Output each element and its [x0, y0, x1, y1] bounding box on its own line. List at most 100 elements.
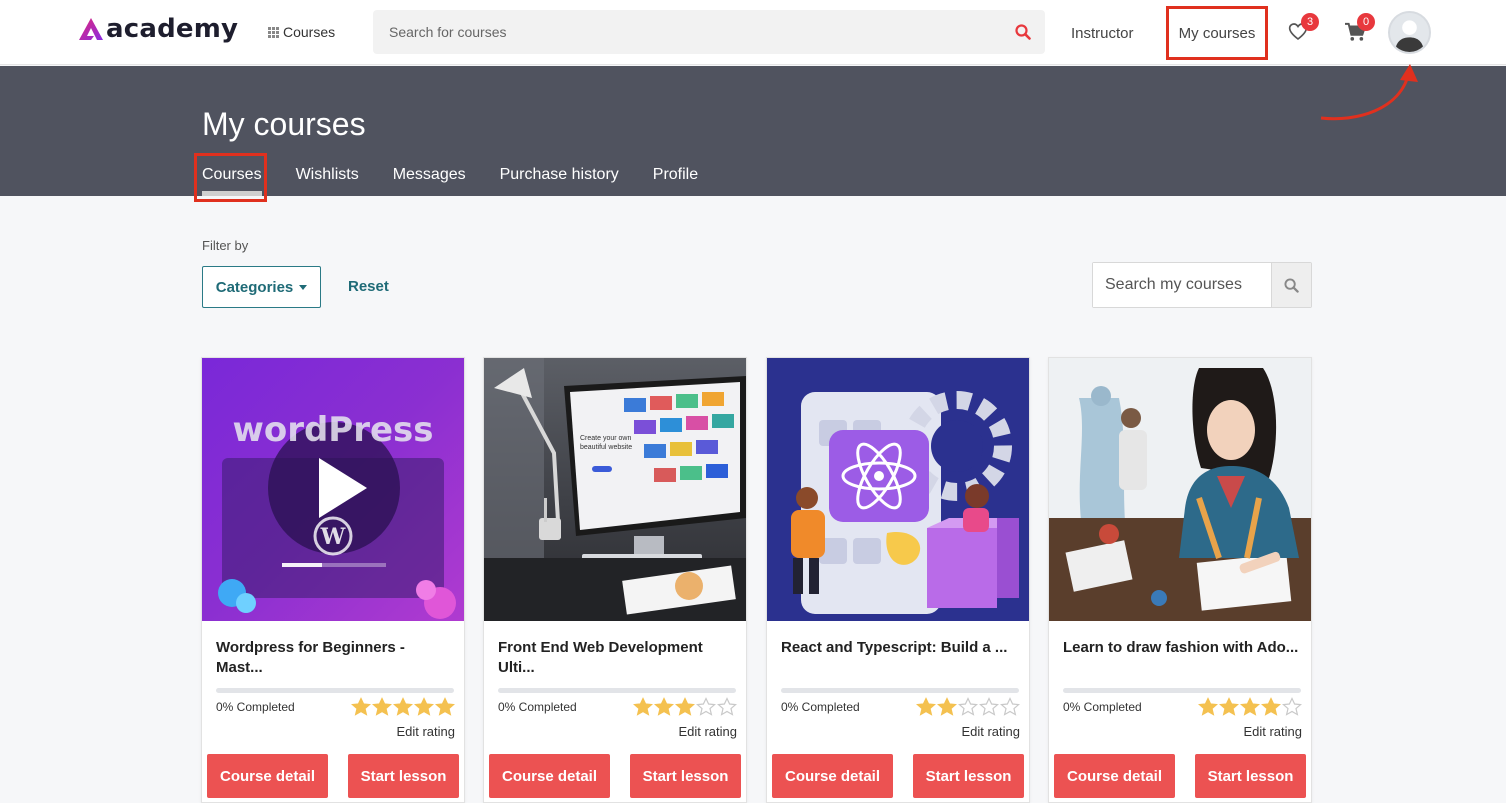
- svg-text:W: W: [320, 524, 346, 550]
- edit-rating-link[interactable]: Edit rating: [961, 724, 1020, 739]
- star-rating[interactable]: [916, 697, 1020, 717]
- progress-bar: [1063, 688, 1301, 693]
- caret-down-icon: [299, 284, 308, 290]
- user-avatar-icon: [1390, 13, 1429, 52]
- star-filled-icon[interactable]: [654, 697, 674, 717]
- start-lesson-button[interactable]: Start lesson: [913, 754, 1024, 798]
- my-courses-search: [1092, 262, 1312, 308]
- star-filled-icon[interactable]: [633, 697, 653, 717]
- star-filled-icon[interactable]: [414, 697, 434, 717]
- star-rating[interactable]: [633, 697, 737, 717]
- star-empty-icon[interactable]: [1000, 697, 1020, 717]
- star-filled-icon[interactable]: [916, 697, 936, 717]
- filter-label: Filter by: [202, 238, 249, 253]
- star-filled-icon[interactable]: [1240, 697, 1260, 717]
- course-thumbnail[interactable]: [1049, 358, 1311, 621]
- tab-purchase-history[interactable]: Purchase history: [500, 166, 619, 196]
- course-title[interactable]: Learn to draw fashion with Ado...: [1063, 638, 1299, 658]
- cart-count-badge: 0: [1357, 13, 1375, 31]
- my-courses-search-input[interactable]: [1093, 263, 1271, 307]
- fashion-thumbnail-art: [1049, 358, 1311, 621]
- star-filled-icon[interactable]: [675, 697, 695, 717]
- star-filled-icon[interactable]: [937, 697, 957, 717]
- tab-wishlists[interactable]: Wishlists: [296, 166, 359, 196]
- course-title[interactable]: React and Typescript: Build a ...: [781, 638, 1017, 658]
- progress-text: 0% Completed: [1063, 700, 1142, 714]
- profile-tabs: Courses Wishlists Messages Purchase hist…: [202, 166, 732, 196]
- page-title: My courses: [202, 106, 366, 142]
- start-lesson-button[interactable]: Start lesson: [630, 754, 741, 798]
- course-detail-button[interactable]: Course detail: [207, 754, 328, 798]
- tab-courses[interactable]: Courses: [202, 166, 262, 196]
- star-empty-icon[interactable]: [979, 697, 999, 717]
- course-detail-button[interactable]: Course detail: [489, 754, 610, 798]
- progress-text: 0% Completed: [498, 700, 577, 714]
- avatar[interactable]: [1388, 11, 1431, 54]
- star-empty-icon[interactable]: [958, 697, 978, 717]
- course-card: Create your own beautiful website Front …: [483, 357, 747, 803]
- star-empty-icon[interactable]: [717, 697, 737, 717]
- star-empty-icon[interactable]: [696, 697, 716, 717]
- search-icon[interactable]: [1015, 24, 1031, 40]
- thumbnail-text: wordPress: [232, 410, 434, 450]
- course-search-input[interactable]: [373, 10, 973, 54]
- course-thumbnail[interactable]: [767, 358, 1029, 621]
- progress-bar: [781, 688, 1019, 693]
- grid-icon: [268, 26, 279, 38]
- star-filled-icon[interactable]: [1261, 697, 1281, 717]
- cart-button[interactable]: 0: [1344, 13, 1375, 47]
- course-card: Learn to draw fashion with Ado... 0% Com…: [1048, 357, 1312, 803]
- my-courses-label: My courses: [1178, 24, 1256, 42]
- logo-text: academy: [106, 14, 239, 44]
- tab-messages[interactable]: Messages: [393, 166, 466, 196]
- start-lesson-button[interactable]: Start lesson: [1195, 754, 1306, 798]
- top-navbar: academy Courses Instructor My courses 3 …: [0, 0, 1506, 65]
- course-detail-button[interactable]: Course detail: [772, 754, 893, 798]
- tab-profile[interactable]: Profile: [653, 166, 698, 196]
- wordpress-thumbnail-art: W: [218, 422, 456, 619]
- thumbnail-caption: Create your own beautiful website: [580, 435, 633, 451]
- course-detail-button[interactable]: Course detail: [1054, 754, 1175, 798]
- categories-dropdown[interactable]: Categories: [202, 266, 321, 308]
- courses-menu[interactable]: Courses: [268, 24, 335, 40]
- progress-text: 0% Completed: [781, 700, 860, 714]
- start-lesson-button[interactable]: Start lesson: [348, 754, 459, 798]
- progress-bar: [498, 688, 736, 693]
- star-filled-icon[interactable]: [393, 697, 413, 717]
- course-search: [373, 10, 1045, 54]
- logo-mark-icon: [79, 18, 103, 40]
- course-card: React and Typescript: Build a ... 0% Com…: [766, 357, 1030, 803]
- reset-button[interactable]: Reset: [348, 278, 389, 295]
- star-filled-icon[interactable]: [1198, 697, 1218, 717]
- edit-rating-link[interactable]: Edit rating: [678, 724, 737, 739]
- page-header: My courses Courses Wishlists Messages Pu…: [0, 66, 1506, 196]
- my-courses-search-button[interactable]: [1271, 263, 1311, 307]
- wishlist-count-badge: 3: [1301, 13, 1319, 31]
- instructor-link[interactable]: Instructor: [1071, 25, 1134, 42]
- wishlist-button[interactable]: 3: [1288, 13, 1319, 46]
- course-thumbnail[interactable]: Create your own beautiful website: [484, 358, 746, 621]
- react-thumbnail-art: [791, 391, 1019, 614]
- course-card: W wordPress Wordpress for Beginners - Ma…: [201, 357, 465, 803]
- progress-bar: [216, 688, 454, 693]
- categories-label: Categories: [215, 278, 294, 296]
- course-title[interactable]: Front End Web Development Ulti...: [498, 638, 734, 678]
- star-filled-icon[interactable]: [372, 697, 392, 717]
- progress-text: 0% Completed: [216, 700, 295, 714]
- star-filled-icon[interactable]: [351, 697, 371, 717]
- annotation-arrow-icon: [1320, 64, 1418, 121]
- star-rating[interactable]: [1198, 697, 1302, 717]
- courses-menu-label: Courses: [283, 24, 336, 40]
- edit-rating-link[interactable]: Edit rating: [1243, 724, 1302, 739]
- course-title[interactable]: Wordpress for Beginners - Mast...: [216, 638, 452, 678]
- edit-rating-link[interactable]: Edit rating: [396, 724, 455, 739]
- star-filled-icon[interactable]: [1219, 697, 1239, 717]
- my-courses-link[interactable]: My courses: [1166, 6, 1268, 60]
- search-icon: [1284, 277, 1299, 293]
- course-thumbnail[interactable]: W wordPress: [202, 358, 464, 621]
- web-development-thumbnail-art: [484, 358, 746, 621]
- star-empty-icon[interactable]: [1282, 697, 1302, 717]
- logo[interactable]: academy: [78, 14, 238, 44]
- star-filled-icon[interactable]: [435, 697, 455, 717]
- star-rating[interactable]: [351, 697, 455, 717]
